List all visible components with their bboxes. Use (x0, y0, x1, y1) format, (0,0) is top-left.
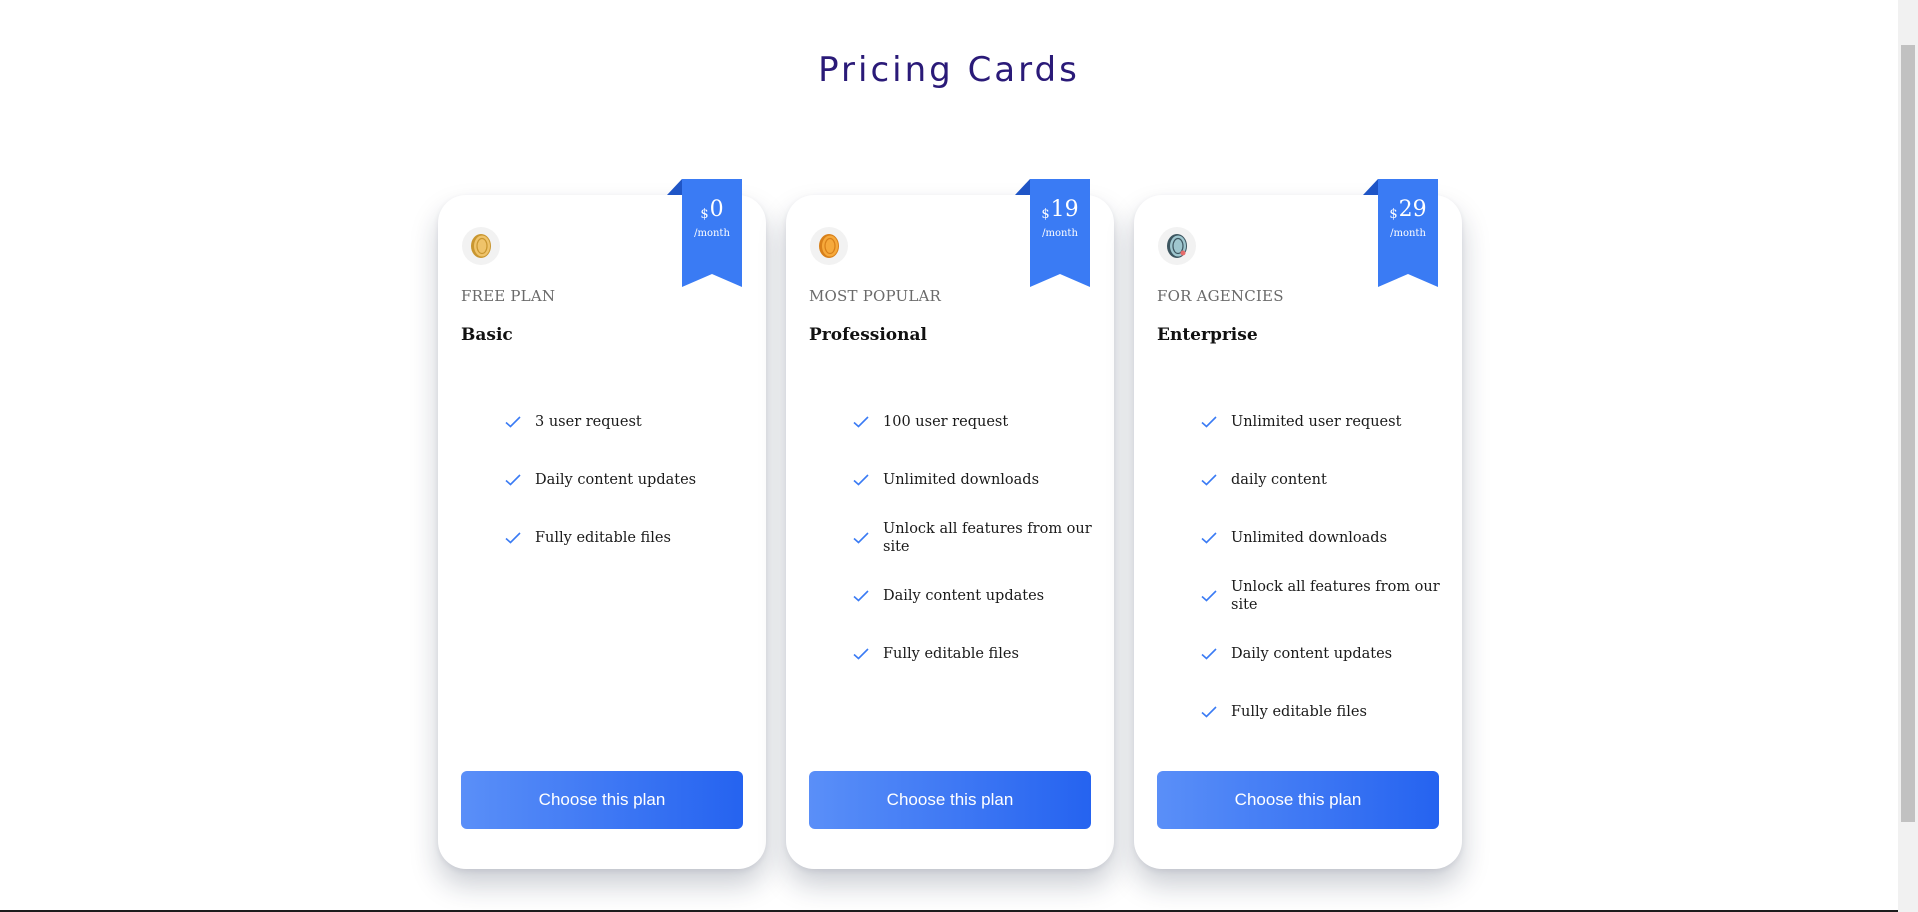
price-period: /month (694, 228, 730, 239)
check-icon (853, 648, 875, 660)
feature-text: Unlock all features from our site (1231, 579, 1440, 613)
plan-name: Professional (809, 325, 927, 345)
price-currency: $ (700, 207, 709, 222)
feature-item: Daily content updates (853, 567, 1094, 625)
feature-text: Unlimited downloads (883, 472, 1040, 488)
check-icon (1201, 706, 1223, 718)
check-icon (1201, 474, 1223, 486)
feature-list: Unlimited user request daily content Unl… (1201, 393, 1442, 741)
feature-text: daily content (1231, 472, 1327, 488)
feature-item: 100 user request (853, 393, 1094, 451)
price: $19 (1030, 199, 1090, 226)
price-period: /month (1042, 228, 1078, 239)
pricing-card-basic: $0 /month FREE PLAN Basic 3 user request… (438, 179, 766, 869)
price-currency: $ (1389, 207, 1398, 222)
check-icon (853, 416, 875, 428)
feature-text: Unlimited user request (1231, 414, 1402, 430)
feature-item: Unlimited user request (1201, 393, 1442, 451)
coin-icon (1158, 227, 1196, 265)
feature-item: Unlock all features from our site (853, 509, 1094, 567)
feature-text: 100 user request (883, 414, 1009, 430)
feature-list: 100 user request Unlimited downloads Unl… (853, 393, 1094, 683)
feature-item: Fully editable files (505, 509, 746, 567)
feature-text: Daily content updates (1231, 646, 1393, 662)
choose-plan-button[interactable]: Choose this plan (1157, 771, 1439, 829)
feature-item: Fully editable files (853, 625, 1094, 683)
pricing-card-enterprise: $29 /month FOR AGENCIES Enterprise Unlim… (1134, 179, 1462, 869)
feature-text: Unlock all features from our site (883, 521, 1092, 555)
feature-item: Daily content updates (505, 451, 746, 509)
plan-name: Basic (461, 325, 513, 345)
scrollbar-thumb[interactable] (1901, 45, 1915, 822)
feature-item: Unlimited downloads (1201, 509, 1442, 567)
price-amount: 29 (1398, 197, 1427, 222)
price-amount: 19 (1050, 197, 1079, 222)
feature-text: Fully editable files (535, 530, 671, 546)
choose-plan-button[interactable]: Choose this plan (461, 771, 743, 829)
check-icon (853, 590, 875, 602)
price: $0 (682, 199, 742, 226)
price-ribbon: $19 /month (1030, 179, 1090, 287)
feature-item: daily content (1201, 451, 1442, 509)
plan-tag: FREE PLAN (461, 287, 556, 305)
price: $29 (1378, 199, 1438, 226)
feature-text: Daily content updates (535, 472, 697, 488)
feature-item: Unlock all features from our site (1201, 567, 1442, 625)
check-icon (853, 474, 875, 486)
price-currency: $ (1041, 207, 1050, 222)
plan-name: Enterprise (1157, 325, 1258, 345)
feature-item: Unlimited downloads (853, 451, 1094, 509)
ribbon-fold (1015, 179, 1030, 195)
feature-text: Fully editable files (883, 646, 1019, 662)
feature-item: Daily content updates (1201, 625, 1442, 683)
coin-icon (462, 227, 500, 265)
ribbon-fold (1363, 179, 1378, 195)
check-icon (505, 532, 527, 544)
price-ribbon: $0 /month (682, 179, 742, 287)
ribbon-fold (667, 179, 682, 195)
check-icon (1201, 416, 1223, 428)
pricing-card-professional: $19 /month MOST POPULAR Professional 100… (786, 179, 1114, 869)
feature-list: 3 user request Daily content updates Ful… (505, 393, 746, 567)
price-period: /month (1390, 228, 1426, 239)
feature-text: 3 user request (535, 414, 642, 430)
feature-text: Unlimited downloads (1231, 530, 1388, 546)
check-icon (853, 532, 875, 544)
vertical-scrollbar[interactable] (1898, 0, 1918, 912)
check-icon (1201, 532, 1223, 544)
price-amount: 0 (709, 197, 724, 222)
feature-text: Fully editable files (1231, 704, 1367, 720)
plan-tag: MOST POPULAR (809, 287, 942, 305)
feature-text: Daily content updates (883, 588, 1045, 604)
feature-item: Fully editable files (1201, 683, 1442, 741)
coin-icon (810, 227, 848, 265)
choose-plan-button[interactable]: Choose this plan (809, 771, 1091, 829)
check-icon (505, 416, 527, 428)
check-icon (1201, 590, 1223, 602)
feature-item: 3 user request (505, 393, 746, 451)
plan-tag: FOR AGENCIES (1157, 287, 1284, 305)
page-title: Pricing Cards (818, 50, 1080, 90)
price-ribbon: $29 /month (1378, 179, 1438, 287)
check-icon (1201, 648, 1223, 660)
check-icon (505, 474, 527, 486)
